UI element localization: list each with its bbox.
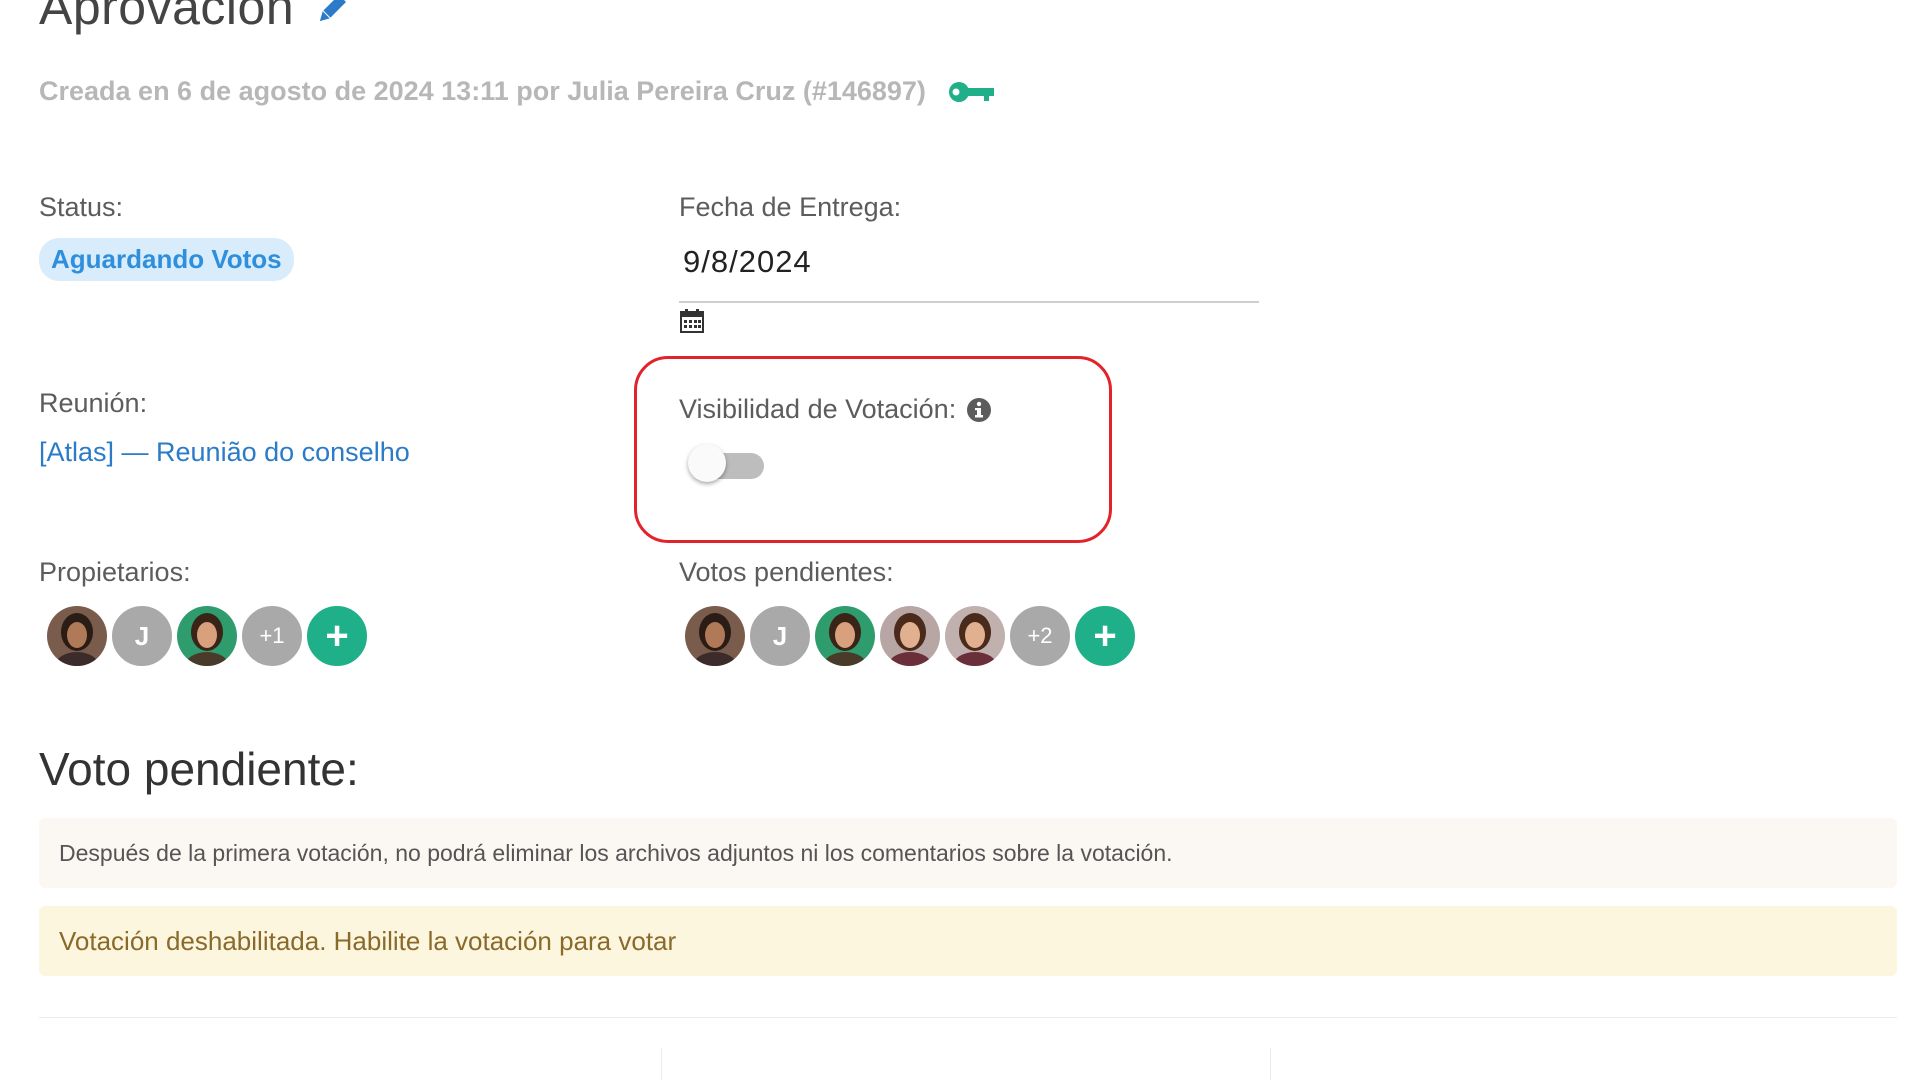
visibility-toggle[interactable] bbox=[688, 444, 764, 482]
avatar-initial-text: J bbox=[772, 620, 788, 651]
add-person-button[interactable]: + bbox=[1073, 604, 1137, 668]
pending-votes-avatars: J +2 + bbox=[683, 604, 1138, 668]
meeting-label: Reunión: bbox=[39, 388, 148, 418]
due-date-underline bbox=[679, 301, 1259, 303]
column-divider bbox=[1270, 1048, 1271, 1080]
page-title: Aprovación bbox=[39, 0, 295, 35]
avatar[interactable] bbox=[813, 604, 877, 668]
visibility-row: Visibilidad de Votación: bbox=[679, 394, 992, 425]
key-icon[interactable] bbox=[948, 79, 996, 105]
more-avatars-count: +2 bbox=[1027, 623, 1053, 648]
plus-icon: + bbox=[1093, 613, 1117, 658]
add-person-button[interactable]: + bbox=[305, 604, 369, 668]
avatar[interactable] bbox=[878, 604, 942, 668]
info-alert: Después de la primera votación, no podrá… bbox=[39, 818, 1897, 888]
avatar-initial[interactable]: J bbox=[110, 604, 174, 668]
column-divider bbox=[661, 1048, 662, 1080]
plus-icon: + bbox=[325, 613, 349, 658]
avatar[interactable] bbox=[943, 604, 1007, 668]
more-avatars-count: +1 bbox=[259, 623, 285, 648]
pencil-icon[interactable] bbox=[312, 0, 356, 29]
more-avatars-badge[interactable]: +1 bbox=[240, 604, 304, 668]
section-divider bbox=[39, 1017, 1897, 1018]
more-avatars-badge[interactable]: +2 bbox=[1008, 604, 1072, 668]
owners-avatars: J +1 + bbox=[45, 604, 370, 668]
created-meta: Creada en 6 de agosto de 2024 13:11 por … bbox=[39, 76, 996, 107]
visibility-label: Visibilidad de Votación: bbox=[679, 394, 957, 424]
due-date-label: Fecha de Entrega: bbox=[679, 192, 902, 222]
status-label: Status: bbox=[39, 192, 124, 222]
meeting-link[interactable]: [Atlas] — Reunião do conselho bbox=[39, 437, 410, 468]
owners-label: Propietarios: bbox=[39, 557, 191, 587]
title-row: Aprovación bbox=[39, 0, 356, 36]
due-date-input[interactable]: 9/8/2024 bbox=[683, 244, 812, 280]
created-info: Creada en 6 de agosto de 2024 13:11 por … bbox=[39, 76, 926, 106]
info-icon[interactable] bbox=[966, 397, 992, 423]
pending-votes-label: Votos pendientes: bbox=[679, 557, 894, 587]
toggle-knob bbox=[688, 444, 726, 482]
warning-alert: Votación deshabilitada. Habilite la vota… bbox=[39, 906, 1897, 976]
section-title: Voto pendiente: bbox=[39, 743, 359, 795]
avatar-initial[interactable]: J bbox=[748, 604, 812, 668]
status-badge: Aguardando Votos bbox=[39, 238, 294, 281]
avatar[interactable] bbox=[175, 604, 239, 668]
avatar[interactable] bbox=[45, 604, 109, 668]
avatar[interactable] bbox=[683, 604, 747, 668]
calendar-icon[interactable] bbox=[679, 308, 705, 334]
avatar-initial-text: J bbox=[134, 620, 150, 651]
